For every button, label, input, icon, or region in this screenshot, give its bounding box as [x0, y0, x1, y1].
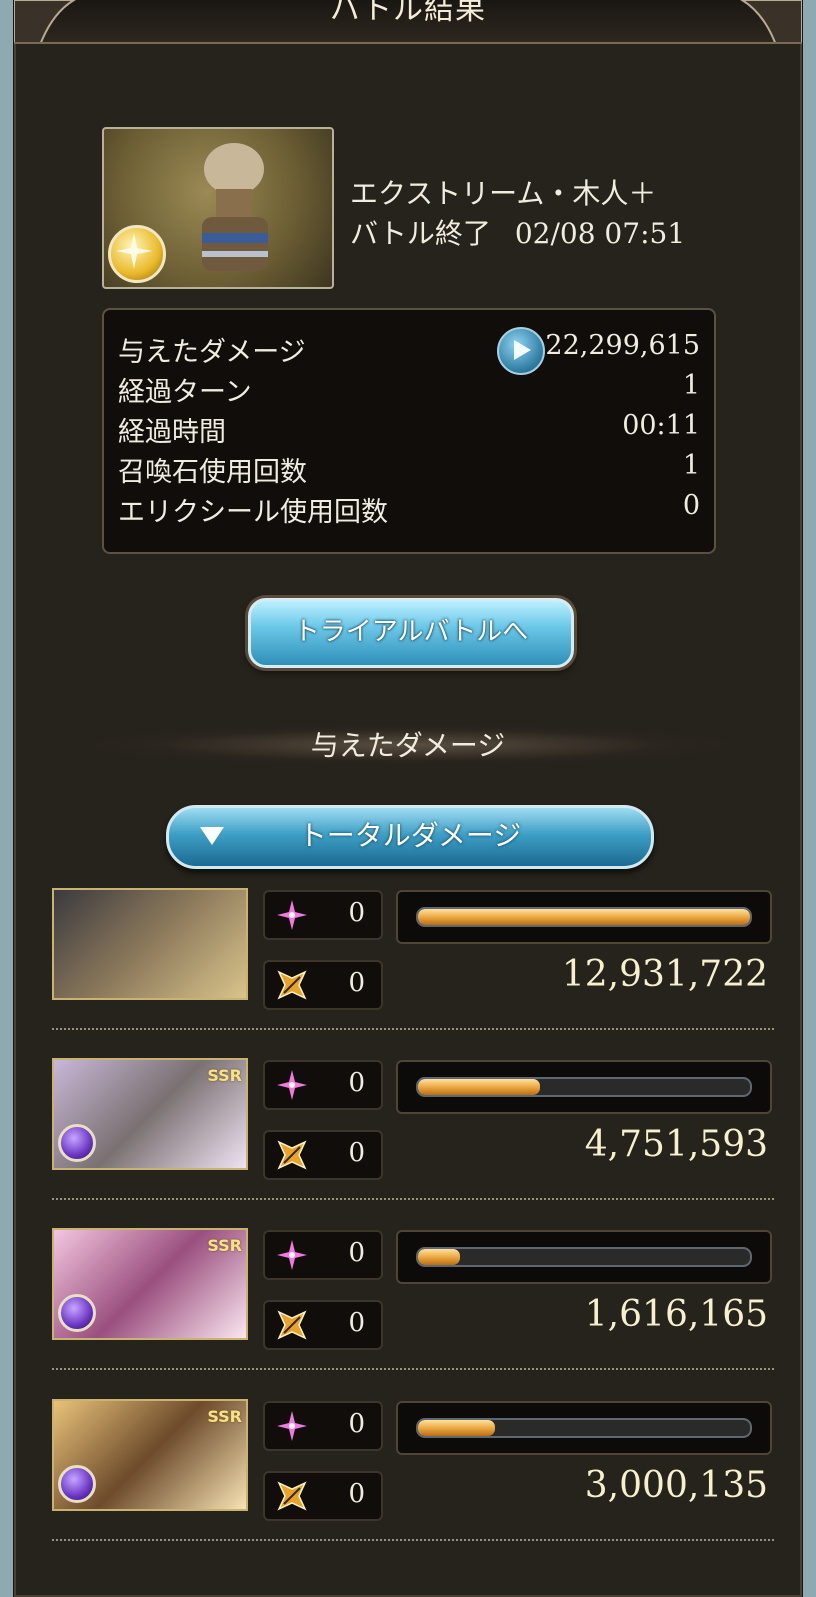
damage-bar-track: [416, 1247, 752, 1267]
row-divider: [52, 1198, 774, 1200]
dark-element-icon: [58, 1124, 96, 1162]
ca-count: 0: [348, 1138, 365, 1168]
member-row: SSR 0 0 1,616,165: [52, 1228, 774, 1388]
stat-label: 与えたダメージ: [118, 337, 306, 368]
rarity-badge: SSR: [207, 1407, 242, 1426]
quest-name: エクストリーム・木人＋: [350, 177, 657, 210]
damage-bar-track: [416, 907, 752, 927]
stat-value: 0: [682, 490, 700, 521]
stat-label: 経過ターン: [118, 377, 252, 408]
ca-count: 0: [348, 1479, 365, 1509]
damage-type-label: トータルダメージ: [298, 819, 522, 852]
ca-count: 0: [348, 1308, 365, 1338]
charge-attack-icon: [277, 1481, 307, 1511]
stat-value: 1: [682, 370, 700, 401]
stat-value: 1: [682, 450, 700, 481]
damage-bar-track: [416, 1418, 752, 1438]
row-divider: [52, 1368, 774, 1370]
stat-row-summons: 召喚石使用回数 1: [118, 450, 700, 490]
character-portrait[interactable]: SSR: [52, 1399, 248, 1511]
skill-star-icon: [277, 1240, 307, 1270]
damage-bar: [396, 1060, 772, 1114]
damage-bar-fill: [418, 1249, 460, 1265]
member-row: SSR 0 0 3,000,135: [52, 1399, 774, 1559]
damage-type-select[interactable]: トータルダメージ: [166, 805, 654, 869]
ca-count: 0: [348, 968, 365, 998]
stat-row-damage: 与えたダメージ 22,299,615: [118, 327, 700, 375]
page-title: バトル結果: [330, 0, 486, 27]
skill-star-icon: [277, 1070, 307, 1100]
member-row: SSR 0 0 4,751,593: [52, 1058, 774, 1218]
charge-attack-icon: [277, 1140, 307, 1170]
skill-count-box: 0: [263, 1401, 383, 1451]
damage-bar-fill: [418, 909, 750, 925]
stat-label: 経過時間: [118, 417, 226, 448]
battle-end-time: 02/08 07:51: [514, 217, 686, 250]
header-bar: バトル結果: [14, 0, 802, 44]
member-row: 0 0 12,931,722: [52, 888, 774, 1048]
battle-end-info: バトル終了 02/08 07:51: [350, 212, 685, 252]
dark-element-icon: [58, 1465, 96, 1503]
rarity-badge: SSR: [207, 1236, 242, 1255]
skill-count-box: 0: [263, 1230, 383, 1280]
stat-label: エリクシール使用回数: [118, 497, 388, 528]
member-damage: 1,616,165: [584, 1294, 768, 1335]
character-portrait[interactable]: SSR: [52, 1228, 248, 1340]
corner-ornament-left: [14, 0, 76, 42]
stat-value: 00:11: [622, 410, 700, 441]
stat-row-elixirs: エリクシール使用回数 0: [118, 490, 700, 530]
row-divider: [52, 1539, 774, 1541]
member-damage: 3,000,135: [584, 1465, 768, 1506]
damage-bar-fill: [418, 1420, 496, 1436]
damage-bar-fill: [418, 1079, 540, 1095]
character-portrait[interactable]: SSR: [52, 1058, 248, 1170]
member-damage: 4,751,593: [584, 1124, 768, 1165]
damage-bar-track: [416, 1077, 752, 1097]
skill-count: 0: [348, 1068, 365, 1098]
damage-bar: [396, 890, 772, 944]
ca-count-box: 0: [263, 960, 383, 1010]
ca-count-box: 0: [263, 1471, 383, 1521]
dark-element-icon: [58, 1294, 96, 1332]
member-damage: 12,931,722: [561, 954, 768, 995]
skill-count-box: 0: [263, 1060, 383, 1110]
quest-thumbnail: [102, 127, 334, 289]
skill-count-box: 0: [263, 890, 383, 940]
stat-value: 22,299,615: [545, 330, 700, 361]
stat-row-time: 経過時間 00:11: [118, 410, 700, 450]
skill-star-icon: [277, 900, 307, 930]
row-divider: [52, 1028, 774, 1030]
character-portrait[interactable]: [52, 888, 248, 1000]
light-element-icon: [108, 225, 166, 283]
charge-attack-icon: [277, 1310, 307, 1340]
damage-bar: [396, 1401, 772, 1455]
section-title: 与えたダメージ: [310, 729, 506, 762]
stat-label: 召喚石使用回数: [118, 457, 307, 488]
rarity-badge: SSR: [207, 1066, 242, 1085]
skill-star-icon: [277, 1411, 307, 1441]
stat-row-turns: 経過ターン 1: [118, 370, 700, 410]
battle-stats-panel: 与えたダメージ 22,299,615 経過ターン 1 経過時間 00:11 召喚…: [102, 308, 716, 554]
ca-count-box: 0: [263, 1130, 383, 1180]
battle-end-label: バトル終了: [350, 217, 491, 250]
damage-bar: [396, 1230, 772, 1284]
skill-count: 0: [348, 1409, 365, 1439]
skill-count: 0: [348, 898, 365, 928]
corner-ornament-right: [740, 0, 802, 42]
trial-battle-button[interactable]: トライアルバトルへ: [248, 598, 574, 668]
charge-attack-icon: [277, 970, 307, 1000]
ca-count-box: 0: [263, 1300, 383, 1350]
play-icon[interactable]: [497, 327, 545, 375]
skill-count: 0: [348, 1238, 365, 1268]
